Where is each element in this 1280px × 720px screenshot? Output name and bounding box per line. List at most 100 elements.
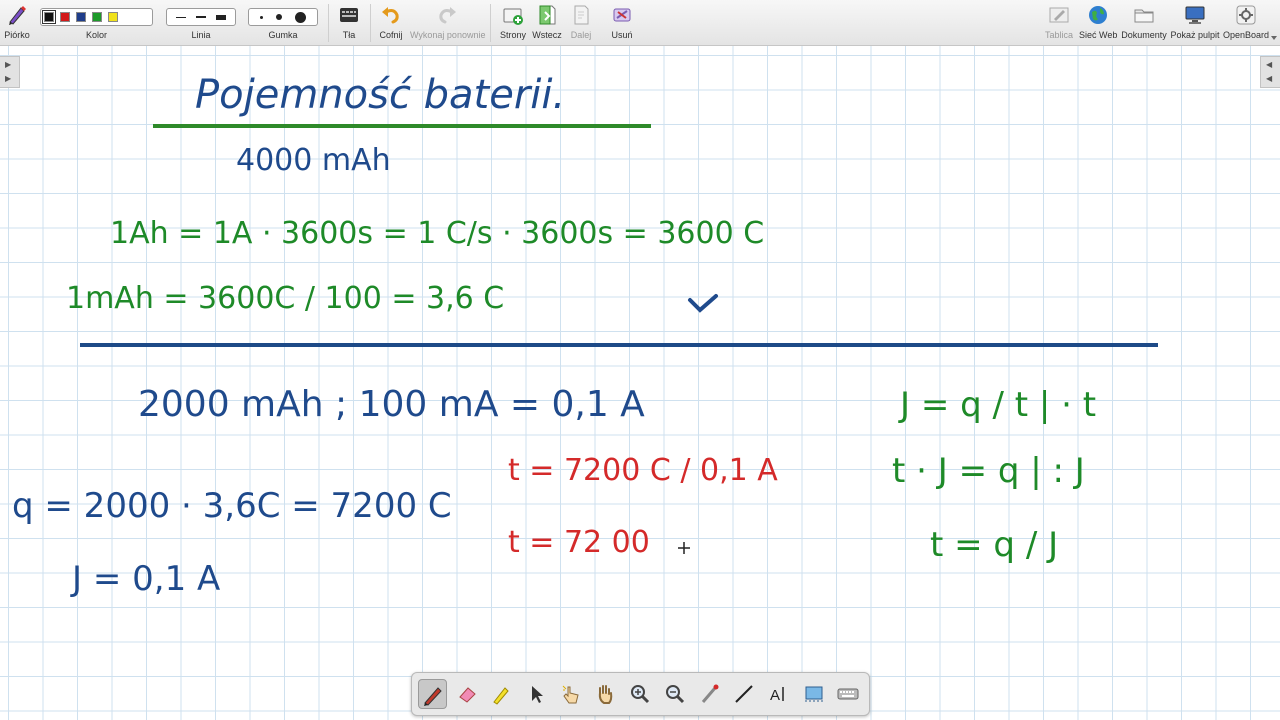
time-result: t = 72 00 bbox=[508, 525, 650, 560]
openboard-menu-button[interactable]: OpenBoard bbox=[1222, 0, 1270, 46]
delete-label: Usuń bbox=[611, 30, 633, 40]
keyboard-grid-icon bbox=[340, 8, 358, 22]
svg-text:A: A bbox=[770, 687, 780, 704]
text-icon: A bbox=[770, 687, 784, 704]
zoom-out-tool[interactable] bbox=[661, 679, 690, 709]
handwriting-layer: Pojemność baterii. 4000 mAh 1Ah = 1A · 3… bbox=[12, 72, 1158, 599]
text-tool[interactable]: A bbox=[765, 679, 794, 709]
laser-pointer-tool[interactable] bbox=[696, 679, 725, 709]
formula-charge: t · J = q | : J bbox=[892, 451, 1085, 491]
back-label: Wstecz bbox=[532, 30, 562, 40]
page-back-icon bbox=[539, 5, 556, 25]
arrow-left-icon: ◀ bbox=[1266, 74, 1273, 83]
capture-tool[interactable] bbox=[800, 679, 829, 709]
chevron-down-icon[interactable] bbox=[1270, 34, 1278, 42]
virtual-keyboard-tool[interactable] bbox=[834, 679, 863, 709]
color-group: Kolor bbox=[40, 0, 153, 46]
page-next-icon bbox=[574, 5, 589, 25]
formula-time: t = q / J bbox=[930, 525, 1058, 565]
board-mode-label: Tablica bbox=[1044, 30, 1073, 40]
next-label: Dalej bbox=[570, 30, 592, 40]
board-mode-button[interactable]: Tablica bbox=[1042, 0, 1076, 46]
capacity-text: 4000 mAh bbox=[236, 143, 391, 178]
openboard-label: OpenBoard bbox=[1222, 30, 1270, 40]
current-value: J = 0,1 A bbox=[70, 559, 220, 599]
background-label: Tła bbox=[342, 30, 356, 40]
board-pen-icon bbox=[1049, 7, 1069, 23]
add-page-icon bbox=[503, 8, 523, 25]
toolbar-divider bbox=[370, 4, 371, 42]
formula-current: J = q / t | · t bbox=[898, 385, 1096, 425]
clear-page-icon bbox=[613, 8, 631, 22]
redo-button[interactable]: Wykonaj ponownie bbox=[410, 0, 486, 46]
tool-palette: A bbox=[411, 672, 870, 716]
toolbar-divider bbox=[328, 4, 329, 42]
board-title: Pojemność baterii. bbox=[195, 72, 565, 118]
line-group: Linia bbox=[166, 0, 236, 46]
pen-icon bbox=[9, 6, 26, 25]
laser-pointer-icon bbox=[701, 684, 719, 703]
undo-label: Cofnij bbox=[379, 30, 403, 40]
delete-button[interactable]: Usuń bbox=[604, 0, 640, 46]
color-label: Kolor bbox=[85, 30, 107, 40]
gear-icon bbox=[1236, 5, 1256, 25]
background-button[interactable]: Tła bbox=[334, 0, 364, 46]
pen-label: Piórko bbox=[4, 30, 30, 40]
show-desktop-label: Pokaż pulpit bbox=[1170, 30, 1220, 40]
keyboard-icon bbox=[837, 688, 859, 700]
line-icon bbox=[735, 685, 753, 703]
pages-button[interactable]: Strony bbox=[497, 0, 529, 46]
eraser-icon bbox=[458, 687, 476, 703]
screen-capture-icon bbox=[804, 686, 823, 702]
charge-calculation: q = 2000 · 3,6C = 7200 C bbox=[12, 486, 452, 526]
conversion-line-2: 1mAh = 3600C / 100 = 3,6 C bbox=[66, 281, 504, 316]
pen-tool-button[interactable]: Piórko bbox=[2, 0, 32, 46]
hand-tool[interactable] bbox=[591, 679, 620, 709]
zoom-out-icon bbox=[665, 685, 684, 704]
documents-label: Dokumenty bbox=[1121, 30, 1167, 40]
arrow-left-icon: ◀ bbox=[1266, 60, 1273, 69]
arrow-pointer-icon bbox=[532, 686, 544, 703]
hand-icon bbox=[599, 685, 613, 704]
eraser-label: Gumka bbox=[268, 30, 298, 40]
undo-button[interactable]: Cofnij bbox=[374, 0, 408, 46]
marker-tool[interactable] bbox=[487, 679, 516, 709]
eraser-tool[interactable] bbox=[453, 679, 482, 709]
whiteboard-canvas[interactable]: Pojemność baterii. 4000 mAh 1Ah = 1A · 3… bbox=[0, 46, 1280, 720]
left-panel-toggle[interactable]: ▶ ▶ bbox=[0, 56, 20, 88]
pen-tool[interactable] bbox=[418, 679, 447, 709]
given-values: 2000 mAh ; 100 mA = 0,1 A bbox=[138, 384, 645, 425]
selector-tool[interactable] bbox=[522, 679, 551, 709]
interact-tool[interactable] bbox=[557, 679, 586, 709]
line-label: Linia bbox=[191, 30, 211, 40]
monitor-icon bbox=[1185, 6, 1205, 24]
arrow-right-icon: ▶ bbox=[5, 74, 12, 83]
zoom-in-icon bbox=[631, 685, 650, 704]
eraser-group: Gumka bbox=[248, 0, 318, 46]
show-desktop-button[interactable]: Pokaż pulpit bbox=[1170, 0, 1220, 46]
redo-label: Wykonaj ponownie bbox=[410, 30, 486, 40]
undo-arrow-icon bbox=[382, 7, 399, 24]
next-button[interactable]: Dalej bbox=[565, 0, 597, 46]
conversion-line-1: 1Ah = 1A · 3600s = 1 C/s · 3600s = 3600 … bbox=[110, 216, 764, 251]
pages-label: Strony bbox=[499, 30, 526, 40]
folder-icon bbox=[1134, 9, 1154, 23]
highlighter-icon bbox=[493, 687, 510, 705]
time-fraction: t = 7200 C / 0,1 A bbox=[508, 453, 778, 488]
pointing-hand-icon bbox=[562, 685, 579, 704]
web-button[interactable]: Sieć Web bbox=[1079, 0, 1117, 46]
crosshair-cursor-icon bbox=[678, 542, 690, 554]
web-label: Sieć Web bbox=[1079, 30, 1118, 40]
pen-icon bbox=[424, 687, 442, 706]
top-toolbar: Piórko Kolor Linia Gumka Tła Cofnij Wyko… bbox=[0, 0, 1280, 46]
toolbar-divider bbox=[490, 4, 491, 42]
checkmark-icon bbox=[688, 294, 718, 313]
back-button[interactable]: Wstecz bbox=[531, 0, 563, 46]
line-tool[interactable] bbox=[730, 679, 759, 709]
documents-button[interactable]: Dokumenty bbox=[1120, 0, 1168, 46]
arrow-right-icon: ▶ bbox=[5, 60, 12, 69]
right-panel-toggle[interactable]: ◀ ◀ bbox=[1260, 56, 1280, 88]
globe-icon bbox=[1089, 6, 1107, 24]
zoom-in-tool[interactable] bbox=[626, 679, 655, 709]
redo-arrow-icon bbox=[439, 7, 456, 24]
